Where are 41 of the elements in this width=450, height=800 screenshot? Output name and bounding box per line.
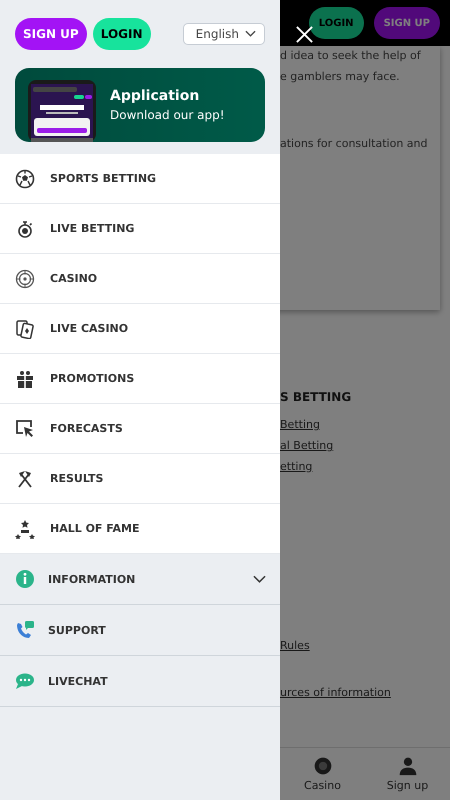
menu-item[interactable]: SPORTS BETTING [0,154,280,204]
language-select[interactable]: English [182,23,265,45]
card-text: e gamblers may face. [280,70,401,83]
soccer-ball-icon [15,168,35,188]
gift-icon [15,368,35,388]
footer-link[interactable]: Rules [280,639,450,652]
info-icon [15,569,35,589]
cursor-icon [15,418,35,438]
roulette-icon [15,268,35,288]
chip-icon[interactable] [312,756,332,776]
chat-bubble-icon [15,671,35,691]
nav-label[interactable]: Sign up [386,779,428,792]
menu-item[interactable]: HALL OF FAME [0,504,280,554]
section-title: S BETTING [280,390,352,404]
phone-chat-icon [15,620,35,640]
menu-item[interactable]: LIVE BETTING [0,204,280,254]
footer-link[interactable]: Betting [280,418,450,431]
footer-link[interactable]: urces of information [280,686,450,699]
menu-item[interactable]: CASINO [0,254,280,304]
menu-item[interactable]: SUPPORT [0,605,280,656]
menu-item[interactable]: FORECASTS [0,404,280,454]
footer-link[interactable]: al Betting [280,439,450,452]
app-banner[interactable]: Application Download our app! [15,68,265,142]
menu-item[interactable]: INFORMATION [0,554,280,605]
banner-subtitle: Download our app! [110,108,225,122]
footer-link[interactable]: etting [280,460,450,473]
stopwatch-icon [15,218,35,238]
auth-button[interactable]: SIGN UP [15,18,87,50]
menu-item[interactable]: LIVE CASINO [0,304,280,354]
nav-label[interactable]: Casino [304,779,341,792]
close-icon[interactable] [295,25,314,44]
banner-title: Application [110,88,200,104]
card-text: ations for consultation and [280,137,428,150]
playing-cards-icon [15,318,35,338]
menu-item[interactable]: PROMOTIONS [0,354,280,404]
user-icon[interactable] [398,756,418,776]
caret-icon [245,30,256,38]
menu-item[interactable]: RESULTS [0,454,280,504]
card-text: d idea to seek the help of [280,49,422,62]
menu-item[interactable]: LIVECHAT [0,656,280,707]
auth-button[interactable]: LOGIN [92,18,150,50]
